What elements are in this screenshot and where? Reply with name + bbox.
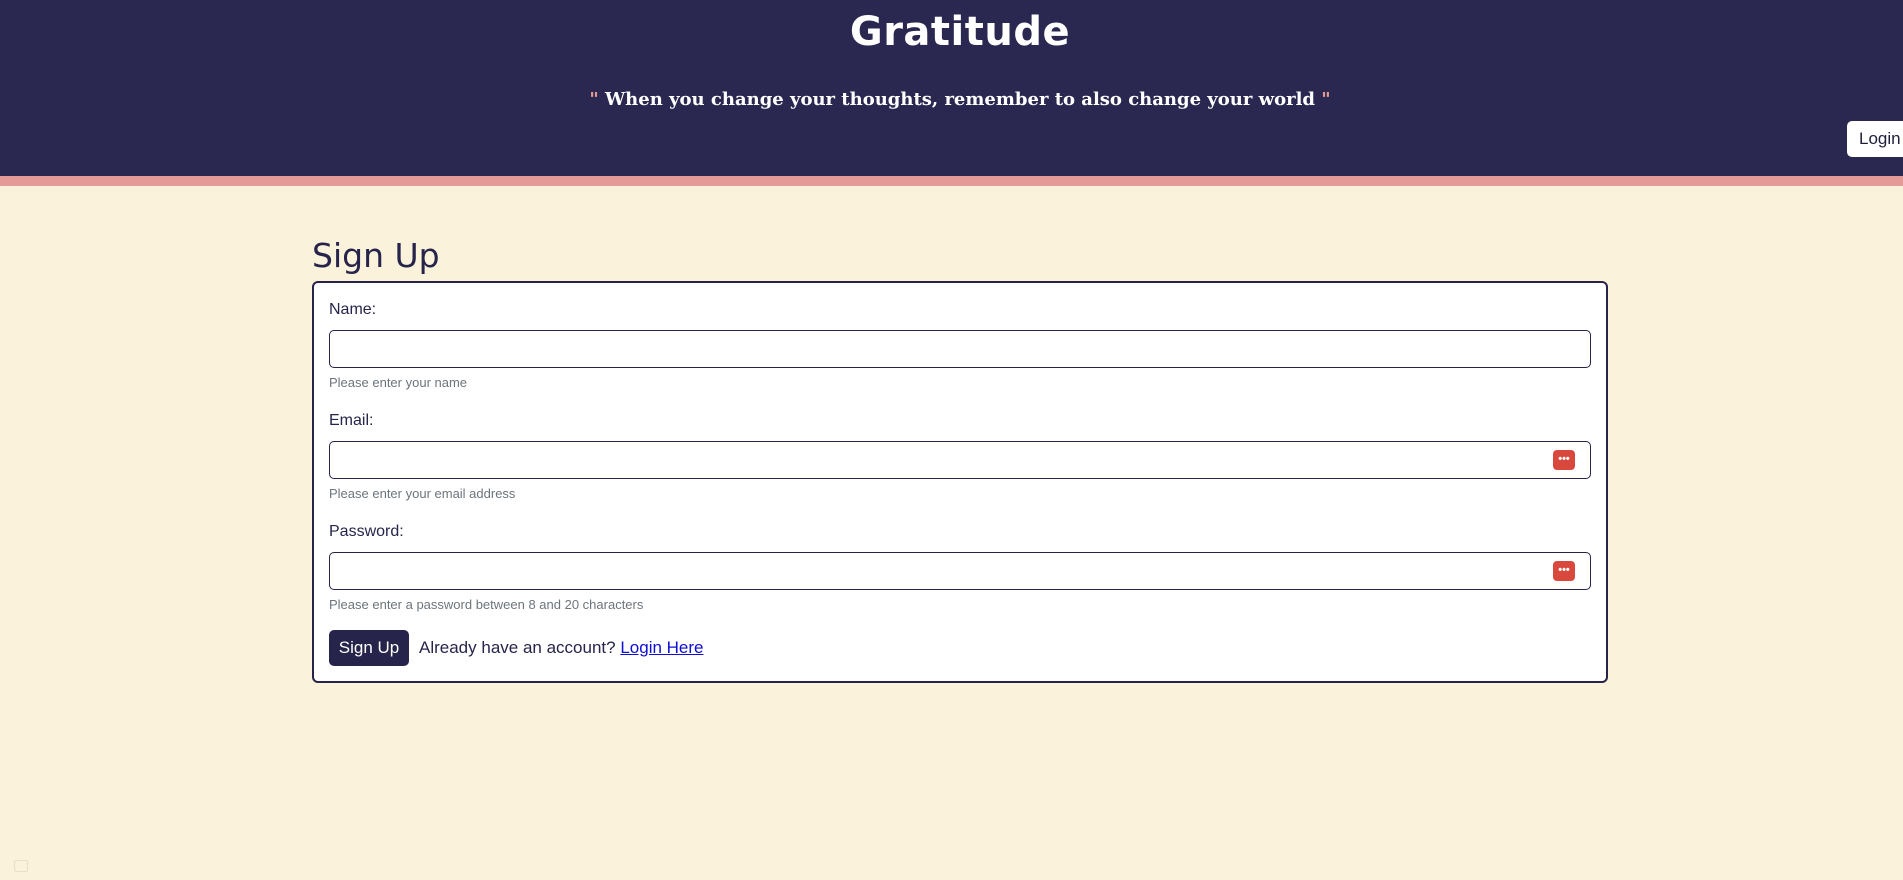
signup-form: Name: Please enter your name Email: ••• …	[312, 281, 1608, 683]
email-help-text: Please enter your email address	[329, 486, 516, 501]
login-here-link[interactable]: Login Here	[620, 638, 703, 657]
email-input[interactable]	[329, 441, 1591, 479]
name-help-text: Please enter your name	[329, 375, 468, 390]
password-help-text: Please enter a password between 8 and 20…	[329, 597, 644, 612]
name-input[interactable]	[329, 330, 1591, 368]
header-accent-stripe	[0, 176, 1903, 186]
quote-close-mark: "	[1321, 89, 1331, 110]
password-manager-icon[interactable]: •••	[1553, 450, 1575, 470]
page-title: Sign Up	[312, 236, 440, 275]
password-manager-icon[interactable]: •••	[1553, 561, 1575, 581]
quote-text: When you change your thoughts, remember …	[598, 89, 1322, 110]
email-label: Email:	[329, 412, 374, 429]
sign-up-button[interactable]: Sign Up	[329, 630, 409, 666]
login-button[interactable]: Login	[1847, 121, 1903, 157]
name-label: Name:	[329, 301, 377, 318]
password-input[interactable]	[329, 552, 1591, 590]
password-label: Password:	[329, 523, 404, 540]
site-header: Gratitude " When you change your thought…	[0, 0, 1903, 176]
app-title: Gratitude	[849, 9, 1071, 55]
header-quote: " When you change your thoughts, remembe…	[0, 86, 1903, 114]
account-prompt: Already have an account? Login Here	[419, 637, 704, 659]
corner-icon	[14, 860, 28, 872]
account-prompt-text: Already have an account?	[419, 638, 616, 657]
quote-open-mark: "	[589, 89, 599, 110]
